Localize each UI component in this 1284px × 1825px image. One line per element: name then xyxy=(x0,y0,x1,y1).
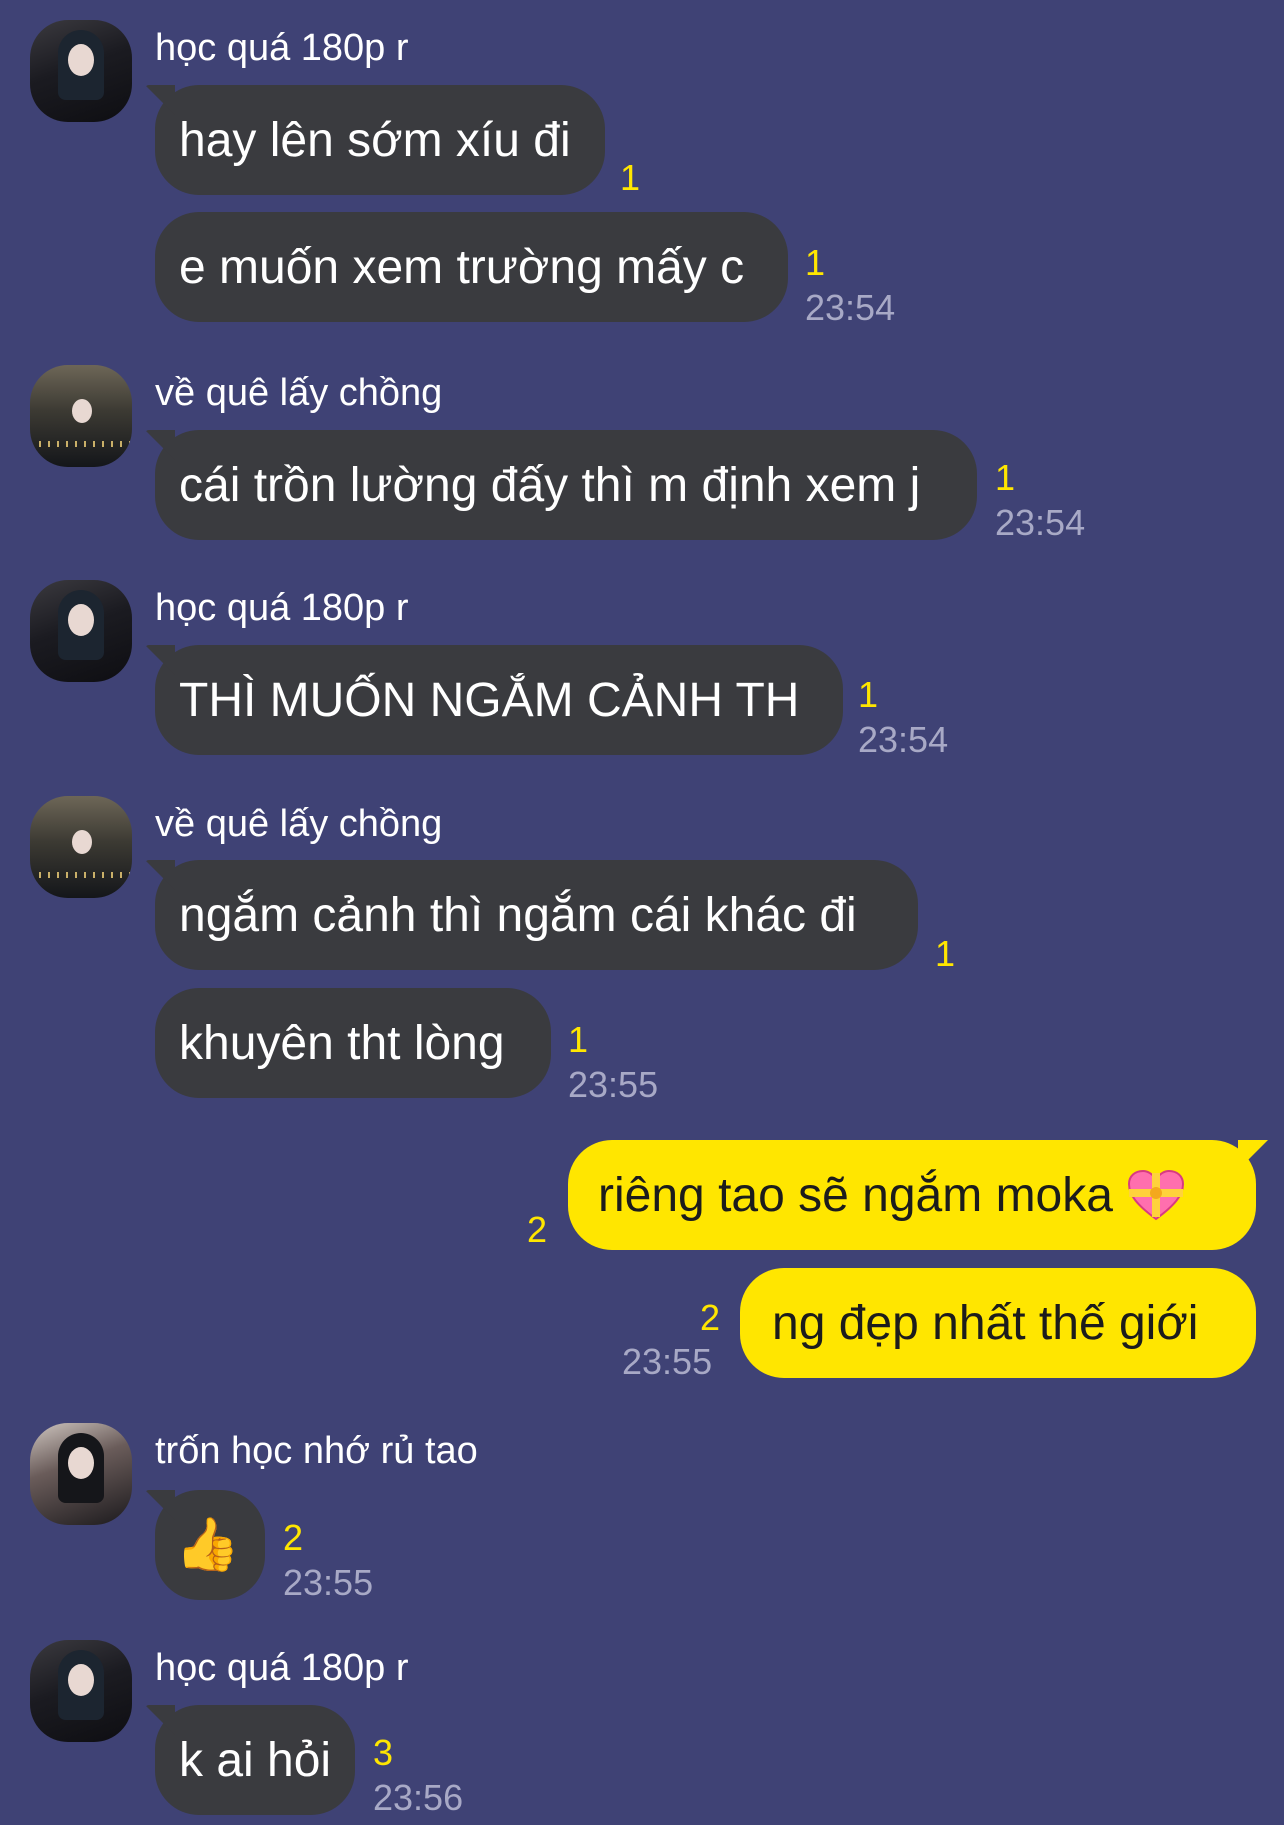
message-time: 23:54 xyxy=(995,502,1086,543)
message-bubble[interactable]: ngắm cảnh thì ngắm cái khác đi xyxy=(155,860,918,970)
unread-count: 1 xyxy=(858,674,879,715)
sender-name: về quê lấy chồng xyxy=(155,803,443,845)
avatar-face xyxy=(68,604,94,636)
message-bubble[interactable]: 👍 xyxy=(155,1490,265,1600)
message-time: 23:56 xyxy=(373,1777,464,1818)
message-time: 23:55 xyxy=(622,1341,713,1382)
avatar-city-lights xyxy=(30,872,132,878)
message-text: hay lên sớm xíu đi xyxy=(179,113,571,167)
message-bubble-outgoing[interactable]: riêng tao sẽ ngắm moka xyxy=(568,1140,1256,1250)
unread-count: 3 xyxy=(373,1732,394,1773)
avatar[interactable] xyxy=(30,580,132,682)
message-time: 23:54 xyxy=(805,287,896,328)
avatar-face xyxy=(68,44,94,76)
chat-screen: { "colors": { "background": "#3f4275", "… xyxy=(0,0,1284,1825)
unread-count: 1 xyxy=(935,933,956,974)
avatar[interactable] xyxy=(30,1423,132,1525)
message-text: ng đẹp nhất thế giới xyxy=(772,1296,1199,1350)
message-bubble[interactable]: hay lên sớm xíu đi xyxy=(155,85,605,195)
avatar-face xyxy=(72,830,92,854)
message-time: 23:55 xyxy=(568,1064,659,1105)
avatar-face xyxy=(72,399,92,423)
message-bubble[interactable]: khuyên tht lòng xyxy=(155,988,551,1098)
unread-count: 1 xyxy=(995,457,1016,498)
unread-count: 1 xyxy=(620,157,641,198)
message-text: THÌ MUỐN NGẮM CẢNH TH xyxy=(179,673,800,727)
avatar-face xyxy=(68,1664,94,1696)
avatar-face xyxy=(68,1447,94,1479)
message-time: 23:54 xyxy=(858,719,949,760)
sender-name: trốn học nhớ rủ tao xyxy=(155,1430,478,1472)
message-text: riêng tao sẽ ngắm moka xyxy=(598,1168,1113,1222)
avatar-city-lights xyxy=(30,441,132,447)
sender-name: học quá 180p r xyxy=(155,587,409,629)
unread-count: 2 xyxy=(527,1209,548,1250)
unread-count: 1 xyxy=(805,242,826,283)
message-bubble-outgoing[interactable]: ng đẹp nhất thế giới xyxy=(740,1268,1256,1378)
message-bubble[interactable]: cái trồn lường đấy thì m định xem j xyxy=(155,430,977,540)
message-text: ngắm cảnh thì ngắm cái khác đi xyxy=(179,888,857,942)
message-bubble[interactable]: k ai hỏi xyxy=(155,1705,355,1815)
unread-count: 2 xyxy=(283,1517,304,1558)
message-text: cái trồn lường đấy thì m định xem j xyxy=(179,458,921,512)
avatar[interactable] xyxy=(30,365,132,467)
message-bubble[interactable]: THÌ MUỐN NGẮM CẢNH TH xyxy=(155,645,843,755)
sender-name: về quê lấy chồng xyxy=(155,372,443,414)
message-text: khuyên tht lòng xyxy=(179,1016,505,1070)
thumbs-up-icon: 👍 xyxy=(175,1516,240,1574)
sender-name: học quá 180p r xyxy=(155,27,409,69)
message-text: e muốn xem trường mấy c xyxy=(179,240,745,294)
heart-with-ribbon-icon xyxy=(1127,1169,1185,1221)
message-time: 23:55 xyxy=(283,1562,374,1603)
message-text: k ai hỏi xyxy=(179,1733,332,1787)
avatar[interactable] xyxy=(30,20,132,122)
unread-count: 2 xyxy=(700,1297,721,1338)
sender-name: học quá 180p r xyxy=(155,1647,409,1689)
avatar[interactable] xyxy=(30,796,132,898)
avatar[interactable] xyxy=(30,1640,132,1742)
message-bubble[interactable]: e muốn xem trường mấy c xyxy=(155,212,788,322)
unread-count: 1 xyxy=(568,1019,589,1060)
